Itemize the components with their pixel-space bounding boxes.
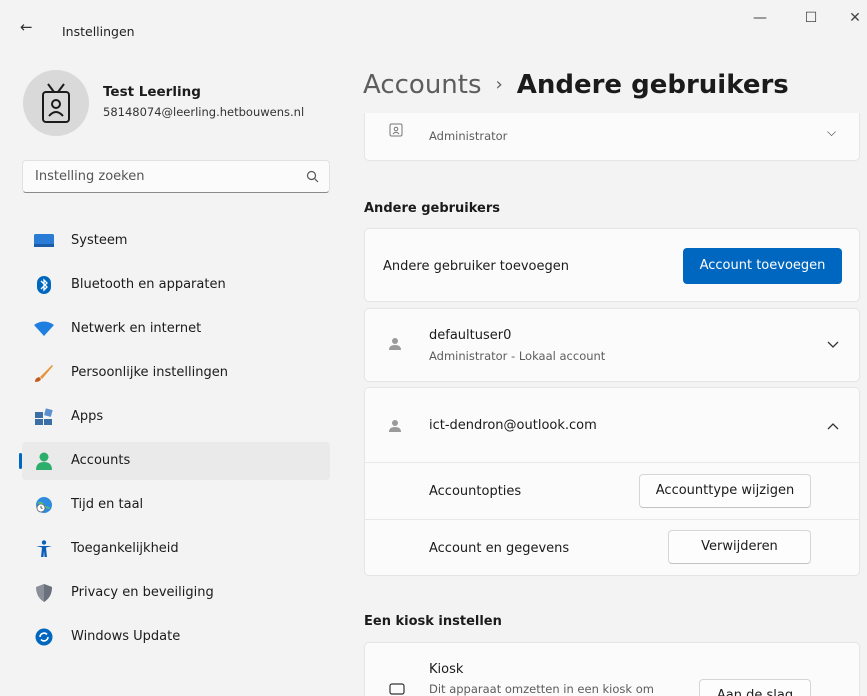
- sidebar-item-privacy[interactable]: Privacy en beveiliging: [22, 574, 330, 612]
- remove-account-button[interactable]: Verwijderen: [668, 530, 811, 564]
- close-icon[interactable]: ✕: [840, 10, 867, 26]
- bluetooth-icon: [37, 276, 51, 294]
- sidebar-item-label: Accounts: [71, 453, 131, 468]
- section-title-other-users: Andere gebruikers: [364, 201, 501, 216]
- kiosk-card: Kiosk Dit apparaat omzetten in een kiosk…: [364, 642, 860, 696]
- profile-name: Test Leerling: [103, 84, 201, 100]
- user-name: defaultuser0: [429, 328, 512, 343]
- avatar[interactable]: [23, 70, 89, 136]
- sidebar-item-toegankelijkheid[interactable]: Toegankelijkheid: [22, 530, 330, 568]
- active-indicator: [19, 453, 22, 469]
- account-card-top[interactable]: Administrator ⌵: [364, 113, 860, 161]
- search-placeholder: Instelling zoeken: [35, 169, 145, 184]
- update-icon: [35, 628, 53, 646]
- sidebar-item-label: Toegankelijkheid: [71, 541, 179, 556]
- account-options-label: Accountopties: [429, 484, 522, 499]
- sidebar-item-label: Tijd en taal: [71, 497, 144, 512]
- person-icon: [389, 338, 401, 350]
- badge-icon: [389, 123, 403, 137]
- shield-icon: [36, 584, 52, 602]
- kiosk-label: Kiosk: [429, 662, 464, 677]
- app-title: Instellingen: [62, 24, 135, 39]
- user-name[interactable]: ict-dendron@outlook.com: [429, 418, 597, 433]
- sidebar-item-label: Netwerk en internet: [71, 321, 202, 336]
- chevron-down-icon[interactable]: ⌵: [827, 125, 836, 140]
- account-role: Administrator: [429, 129, 508, 143]
- chevron-down-icon[interactable]: [827, 341, 839, 349]
- page-title: Andere gebruikers: [516, 70, 789, 100]
- sidebar-item-label: Bluetooth en apparaten: [71, 277, 226, 292]
- breadcrumb: Accounts › Andere gebruikers: [363, 70, 789, 100]
- sidebar-item-apps[interactable]: Apps: [22, 398, 330, 436]
- sidebar-item-label: Privacy en beveiliging: [71, 585, 214, 600]
- breadcrumb-separator: ›: [495, 74, 503, 95]
- title-bar: ← Instellingen — ☐ ✕: [0, 0, 867, 60]
- apps-icon: [35, 408, 53, 425]
- add-user-card: Andere gebruiker toevoegen Account toevo…: [364, 228, 860, 302]
- add-user-label: Andere gebruiker toevoegen: [383, 259, 569, 274]
- maximize-icon[interactable]: ☐: [796, 10, 826, 26]
- kiosk-start-button[interactable]: Aan de slag: [699, 679, 811, 696]
- sidebar-item-systeem[interactable]: Systeem: [22, 222, 330, 260]
- add-account-button[interactable]: Account toevoegen: [683, 248, 842, 284]
- breadcrumb-parent[interactable]: Accounts: [363, 70, 482, 100]
- badge-icon: [42, 83, 70, 123]
- clock-globe-icon: [36, 497, 52, 513]
- sidebar-item-netwerk[interactable]: Netwerk en internet: [22, 310, 330, 348]
- divider: [365, 519, 859, 520]
- search-input[interactable]: Instelling zoeken: [22, 160, 330, 193]
- user-card-ict-dendron: ict-dendron@outlook.com Accountopties Ac…: [364, 387, 860, 576]
- sidebar-item-label: Systeem: [71, 233, 128, 248]
- brush-icon: [35, 365, 53, 382]
- sidebar-item-windows-update[interactable]: Windows Update: [22, 618, 330, 656]
- section-title-kiosk: Een kiosk instellen: [364, 614, 502, 629]
- person-icon: [389, 420, 401, 432]
- kiosk-icon: [389, 683, 405, 695]
- sidebar-item-label: Persoonlijke instellingen: [71, 365, 228, 380]
- wifi-icon: [34, 321, 54, 336]
- back-arrow-icon[interactable]: ←: [20, 18, 33, 36]
- user-card-defaultuser0[interactable]: defaultuser0 Administrator - Lokaal acco…: [364, 308, 860, 382]
- sidebar-item-tijd[interactable]: Tijd en taal: [22, 486, 330, 524]
- sidebar-item-persoonlijk[interactable]: Persoonlijke instellingen: [22, 354, 330, 392]
- sidebar-item-bluetooth[interactable]: Bluetooth en apparaten: [22, 266, 330, 304]
- minimize-icon[interactable]: —: [745, 10, 775, 26]
- sidebar-item-label: Apps: [71, 409, 104, 424]
- user-role: Administrator - Lokaal account: [429, 349, 606, 363]
- chevron-up-icon[interactable]: [827, 422, 839, 430]
- divider: [365, 462, 859, 463]
- accounts-icon: [36, 452, 52, 470]
- monitor-icon: [34, 234, 54, 247]
- account-data-label: Account en gegevens: [429, 541, 570, 556]
- accessibility-icon: [36, 540, 52, 557]
- sidebar-item-accounts[interactable]: Accounts: [19, 442, 330, 480]
- change-account-type-button[interactable]: Accounttype wijzigen: [639, 474, 811, 508]
- profile-email: 58148074@leerling.hetbouwens.nl: [103, 105, 305, 119]
- kiosk-description: Dit apparaat omzetten in een kiosk om: [429, 682, 654, 696]
- sidebar-item-label: Windows Update: [71, 629, 181, 644]
- search-icon: [306, 170, 319, 183]
